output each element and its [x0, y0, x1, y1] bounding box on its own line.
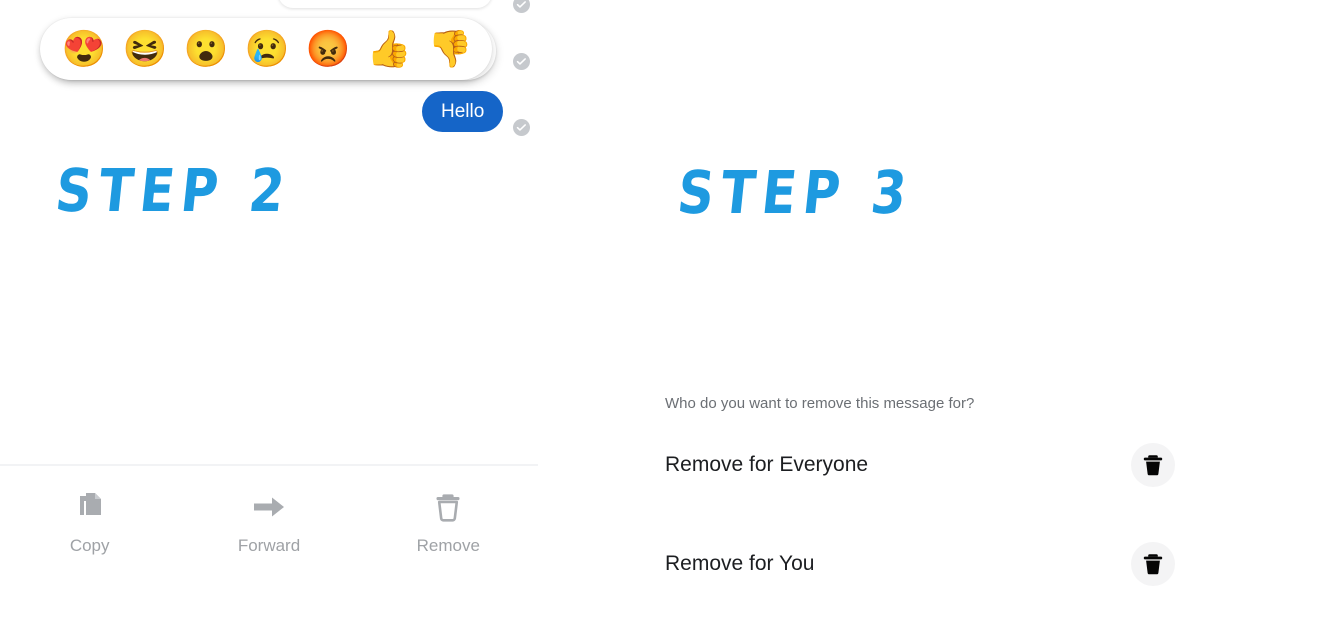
check-circle-icon — [513, 0, 530, 13]
trash-icon[interactable] — [1131, 443, 1175, 487]
copy-icon — [75, 490, 105, 524]
step-2-heading: STEP 2 — [52, 156, 295, 226]
remove-for-everyone-label: Remove for Everyone — [665, 453, 869, 476]
crying-emoji[interactable]: 😢 — [245, 27, 290, 71]
trash-icon[interactable] — [1131, 542, 1175, 586]
trash-icon — [434, 490, 462, 524]
check-circle-icon — [513, 53, 530, 70]
remove-for-you-label: Remove for You — [665, 552, 815, 575]
copy-action-label: Copy — [69, 536, 110, 555]
surprised-emoji[interactable]: 😮 — [184, 27, 229, 71]
heart-eyes-emoji[interactable]: 😍 — [62, 27, 107, 71]
remove-for-you-row[interactable]: Remove for You — [665, 542, 1175, 586]
copy-action-button[interactable]: Copy — [0, 490, 179, 556]
forward-action-button[interactable]: Forward — [179, 490, 358, 556]
step-3-panel: STEP 3 Who do you want to remove this me… — [560, 0, 1328, 640]
angry-emoji[interactable]: 😡 — [306, 27, 351, 71]
thumbs-up-emoji[interactable]: 👍 — [367, 27, 412, 71]
emoji-reaction-bar[interactable]: 😍 😆 😮 😢 😡 👍 👎 — [40, 18, 492, 80]
step-3-heading: STEP 3 — [674, 158, 917, 228]
check-circle-icon — [513, 119, 530, 136]
remove-for-everyone-row[interactable]: Remove for Everyone — [665, 443, 1175, 487]
previous-message-bubble — [278, 0, 492, 8]
remove-action-label: Remove — [416, 536, 480, 555]
message-action-toolbar: Copy Forward Remove — [0, 490, 538, 580]
thumbs-down-emoji[interactable]: 👎 — [428, 27, 473, 71]
arrow-right-icon — [252, 490, 286, 524]
step-2-panel: 😍 😆 😮 😢 😡 👍 👎 Hello STEP 2 Copy Forward … — [0, 0, 560, 640]
remove-action-button[interactable]: Remove — [359, 490, 538, 556]
tutorial-screenshot: 😍 😆 😮 😢 😡 👍 👎 Hello STEP 2 Copy Forward … — [0, 0, 1328, 640]
laughing-emoji[interactable]: 😆 — [123, 27, 168, 71]
toolbar-divider — [0, 464, 538, 466]
message-bubble-text: Hello — [441, 100, 485, 122]
forward-action-label: Forward — [237, 536, 301, 555]
message-bubble-hello[interactable]: Hello — [422, 91, 504, 132]
remove-question-text: Who do you want to remove this message f… — [665, 395, 975, 412]
